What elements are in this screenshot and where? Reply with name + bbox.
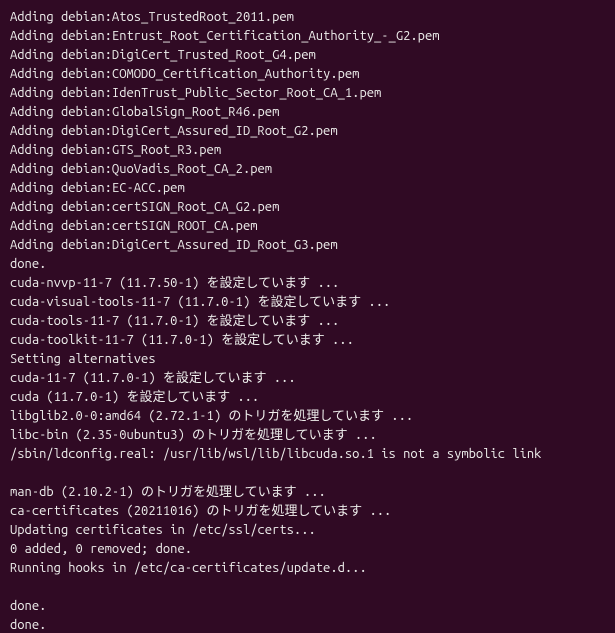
terminal-line: Setting alternatives bbox=[10, 350, 605, 369]
terminal-line: cuda-toolkit-11-7 (11.7.0-1) を設定しています ..… bbox=[10, 331, 605, 350]
terminal-line: Adding debian:certSIGN_Root_CA_G2.pem bbox=[10, 198, 605, 217]
terminal-line: Running hooks in /etc/ca-certificates/up… bbox=[10, 559, 605, 578]
terminal-line: cuda (11.7.0-1) を設定しています ... bbox=[10, 388, 605, 407]
terminal-line: done. bbox=[10, 597, 605, 616]
terminal-line: Updating certificates in /etc/ssl/certs.… bbox=[10, 521, 605, 540]
terminal-line: Adding debian:Entrust_Root_Certification… bbox=[10, 27, 605, 46]
terminal-line: Adding debian:COMODO_Certification_Autho… bbox=[10, 65, 605, 84]
terminal-line: Adding debian:EC-ACC.pem bbox=[10, 179, 605, 198]
terminal-line: done. bbox=[10, 616, 605, 633]
terminal-line: Adding debian:GTS_Root_R3.pem bbox=[10, 141, 605, 160]
terminal-line: Adding debian:DigiCert_Assured_ID_Root_G… bbox=[10, 236, 605, 255]
terminal-line: Adding debian:QuoVadis_Root_CA_2.pem bbox=[10, 160, 605, 179]
terminal-line: Adding debian:IdenTrust_Public_Sector_Ro… bbox=[10, 84, 605, 103]
terminal-line: Adding debian:Atos_TrustedRoot_2011.pem bbox=[10, 8, 605, 27]
terminal-line: Adding debian:certSIGN_ROOT_CA.pem bbox=[10, 217, 605, 236]
terminal-line: man-db (2.10.2-1) のトリガを処理しています ... bbox=[10, 483, 605, 502]
terminal-line: done. bbox=[10, 255, 605, 274]
terminal-line bbox=[10, 578, 605, 597]
terminal-line: 0 added, 0 removed; done. bbox=[10, 540, 605, 559]
terminal-line: Adding debian:DigiCert_Trusted_Root_G4.p… bbox=[10, 46, 605, 65]
terminal-line: ca-certificates (20211016) のトリガを処理しています … bbox=[10, 502, 605, 521]
terminal-line: Adding debian:GlobalSign_Root_R46.pem bbox=[10, 103, 605, 122]
terminal-line: cuda-tools-11-7 (11.7.0-1) を設定しています ... bbox=[10, 312, 605, 331]
terminal-line bbox=[10, 464, 605, 483]
terminal-line: cuda-nvvp-11-7 (11.7.50-1) を設定しています ... bbox=[10, 274, 605, 293]
terminal-line: Adding debian:DigiCert_Assured_ID_Root_G… bbox=[10, 122, 605, 141]
terminal-line: cuda-11-7 (11.7.0-1) を設定しています ... bbox=[10, 369, 605, 388]
terminal-line: cuda-visual-tools-11-7 (11.7.0-1) を設定してい… bbox=[10, 293, 605, 312]
terminal-line: /sbin/ldconfig.real: /usr/lib/wsl/lib/li… bbox=[10, 445, 605, 464]
terminal-line: libglib2.0-0:amd64 (2.72.1-1) のトリガを処理してい… bbox=[10, 407, 605, 426]
terminal-output[interactable]: Adding debian:Atos_TrustedRoot_2011.pemA… bbox=[0, 0, 615, 633]
terminal-line: libc-bin (2.35-0ubuntu3) のトリガを処理しています ..… bbox=[10, 426, 605, 445]
